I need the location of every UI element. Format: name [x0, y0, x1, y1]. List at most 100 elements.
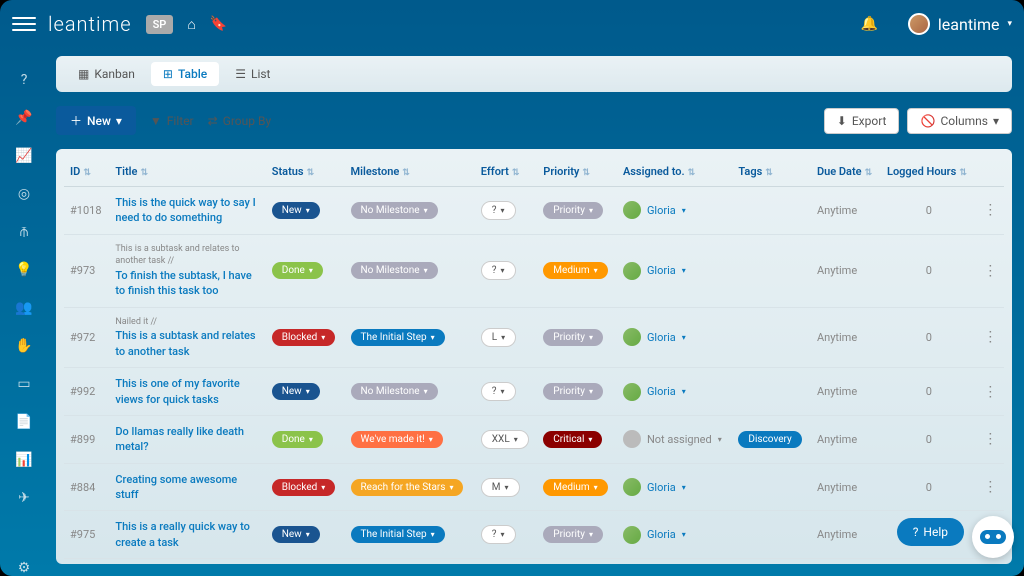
cell-due[interactable]: Anytime	[811, 307, 881, 367]
row-menu-icon[interactable]: ⋮	[977, 307, 1004, 367]
tag-pill[interactable]: Discovery	[738, 431, 801, 448]
row-menu-icon[interactable]: ⋮	[977, 187, 1004, 235]
cell-due[interactable]: Anytime	[811, 463, 881, 511]
view-tabs: ▦ Kanban ⊞ Table ☰ List	[56, 56, 1012, 92]
assignee-select[interactable]: Gloria ▾	[623, 201, 726, 219]
status-pill[interactable]: Blocked ▾	[272, 479, 336, 496]
milestone-pill[interactable]: No Milestone ▾	[351, 202, 438, 219]
col-id[interactable]: ID⇅	[64, 157, 109, 187]
priority-pill[interactable]: Priority ▾	[543, 526, 603, 543]
milestone-pill[interactable]: The Initial Step ▾	[351, 526, 445, 543]
user-menu[interactable]: leantime ▾	[908, 13, 1012, 35]
bookmark-icon[interactable]: 🔖	[210, 16, 227, 32]
row-menu-icon[interactable]: ⋮	[977, 463, 1004, 511]
milestone-pill[interactable]: No Milestone ▾	[351, 262, 438, 279]
priority-pill[interactable]: Priority ▾	[543, 329, 603, 346]
hamburger-menu[interactable]	[12, 12, 36, 36]
col-logged[interactable]: Logged Hours⇅	[881, 157, 977, 187]
priority-pill[interactable]: Critical ▾	[543, 431, 602, 448]
sidebar-bulb-icon[interactable]: 💡	[16, 262, 32, 278]
cell-title[interactable]: This is the quick way to say I need to d…	[109, 187, 265, 235]
row-menu-icon[interactable]: ⋮	[977, 234, 1004, 307]
groupby-button[interactable]: ⇄ Group By	[208, 114, 272, 128]
milestone-pill[interactable]: We've made it! ▾	[351, 431, 443, 448]
cell-title[interactable]: This is a really quick way to create a t…	[109, 511, 265, 559]
table-row: #972 Nailed it //This is a subtask and r…	[64, 307, 1004, 367]
assignee-select[interactable]: Not assigned ▾	[623, 430, 726, 448]
tab-table[interactable]: ⊞ Table	[151, 62, 219, 86]
cell-due[interactable]: Anytime	[811, 234, 881, 307]
cell-title[interactable]: Nailed it //This is a subtask and relate…	[109, 307, 265, 367]
cell-title[interactable]: This is one of my favorite views for qui…	[109, 368, 265, 416]
tab-kanban[interactable]: ▦ Kanban	[66, 62, 147, 86]
assignee-select[interactable]: Gloria ▾	[623, 478, 726, 496]
status-pill[interactable]: New ▾	[272, 383, 320, 400]
status-pill[interactable]: Done ▾	[272, 262, 323, 279]
sidebar-send-icon[interactable]: ✈	[16, 490, 32, 506]
workspace-badge[interactable]: SP	[146, 15, 174, 34]
assignee-select[interactable]: Gloria ▾	[623, 328, 726, 346]
assignee-select[interactable]: Gloria ▾	[623, 262, 726, 280]
col-due[interactable]: Due Date⇅	[811, 157, 881, 187]
avatar	[623, 328, 641, 346]
cell-due[interactable]: Anytime	[811, 415, 881, 463]
columns-button[interactable]: 🚫 Columns ▾	[907, 108, 1012, 134]
row-menu-icon[interactable]: ⋮	[977, 368, 1004, 416]
status-pill[interactable]: New ▾	[272, 202, 320, 219]
cell-title[interactable]: This is a subtask and relates to another…	[109, 234, 265, 307]
total-hours: 0	[881, 559, 977, 564]
status-pill[interactable]: Done ▾	[272, 431, 323, 448]
sidebar-help-icon[interactable]: ?	[16, 72, 32, 88]
sidebar-report-icon[interactable]: 📊	[16, 452, 32, 468]
col-effort[interactable]: Effort⇅	[475, 157, 538, 187]
sidebar-book-icon[interactable]: ▭	[16, 376, 32, 392]
sidebar-flow-icon[interactable]: ⫚	[16, 224, 32, 240]
effort-pill[interactable]: ? ▾	[481, 201, 516, 220]
table-row: #973 This is a subtask and relates to an…	[64, 234, 1004, 307]
sidebar-hand-icon[interactable]: ✋	[16, 338, 32, 354]
priority-pill[interactable]: Medium ▾	[543, 262, 607, 279]
row-menu-icon[interactable]: ⋮	[977, 415, 1004, 463]
effort-pill[interactable]: ? ▾	[481, 525, 516, 544]
effort-pill[interactable]: XXL ▾	[481, 430, 529, 449]
effort-pill[interactable]: ? ▾	[481, 382, 516, 401]
milestone-pill[interactable]: No Milestone ▾	[351, 383, 438, 400]
cell-title[interactable]: Creating some awesome stuff	[109, 463, 265, 511]
sidebar-pin-icon[interactable]: 📌	[16, 110, 32, 126]
cell-due[interactable]: Anytime	[811, 187, 881, 235]
sidebar-settings-icon[interactable]: ⚙	[16, 560, 32, 576]
effort-pill[interactable]: ? ▾	[481, 261, 516, 280]
assignee-select[interactable]: Gloria ▾	[623, 526, 726, 544]
priority-pill[interactable]: Priority ▾	[543, 383, 603, 400]
priority-pill[interactable]: Medium ▾	[543, 479, 607, 496]
sidebar-chart-icon[interactable]: 📈	[16, 148, 32, 164]
col-assigned[interactable]: Assigned to.⇅	[617, 157, 732, 187]
export-button[interactable]: ⬇ Export	[824, 108, 900, 134]
col-title[interactable]: Title⇅	[109, 157, 265, 187]
sidebar-target-icon[interactable]: ◎	[16, 186, 32, 202]
col-status[interactable]: Status⇅	[266, 157, 345, 187]
cell-title[interactable]: Do llamas really like death metal?	[109, 415, 265, 463]
sidebar-doc-icon[interactable]: 📄	[16, 414, 32, 430]
col-tags[interactable]: Tags⇅	[732, 157, 811, 187]
col-milestone[interactable]: Milestone⇅	[345, 157, 475, 187]
milestone-pill[interactable]: The Initial Step ▾	[351, 329, 445, 346]
tab-list[interactable]: ☰ List	[223, 62, 282, 86]
filter-button[interactable]: ▼ Filter	[150, 114, 194, 128]
status-pill[interactable]: New ▾	[272, 526, 320, 543]
bell-icon[interactable]: 🔔	[860, 16, 877, 32]
assignee-select[interactable]: Gloria ▾	[623, 383, 726, 401]
priority-pill[interactable]: Priority ▾	[543, 202, 603, 219]
help-button[interactable]: ? Help	[897, 518, 964, 546]
chat-widget[interactable]	[972, 516, 1014, 558]
effort-pill[interactable]: L ▾	[481, 328, 516, 347]
col-priority[interactable]: Priority⇅	[537, 157, 617, 187]
cell-due[interactable]: Anytime	[811, 511, 881, 559]
sidebar-people-icon[interactable]: 👥	[16, 300, 32, 316]
effort-pill[interactable]: M ▾	[481, 478, 520, 497]
cell-due[interactable]: Anytime	[811, 368, 881, 416]
milestone-pill[interactable]: Reach for the Stars ▾	[351, 479, 464, 496]
status-pill[interactable]: Blocked ▾	[272, 329, 336, 346]
home-icon[interactable]: ⌂	[187, 16, 195, 33]
new-button[interactable]: ＋ New ▾	[56, 106, 136, 135]
